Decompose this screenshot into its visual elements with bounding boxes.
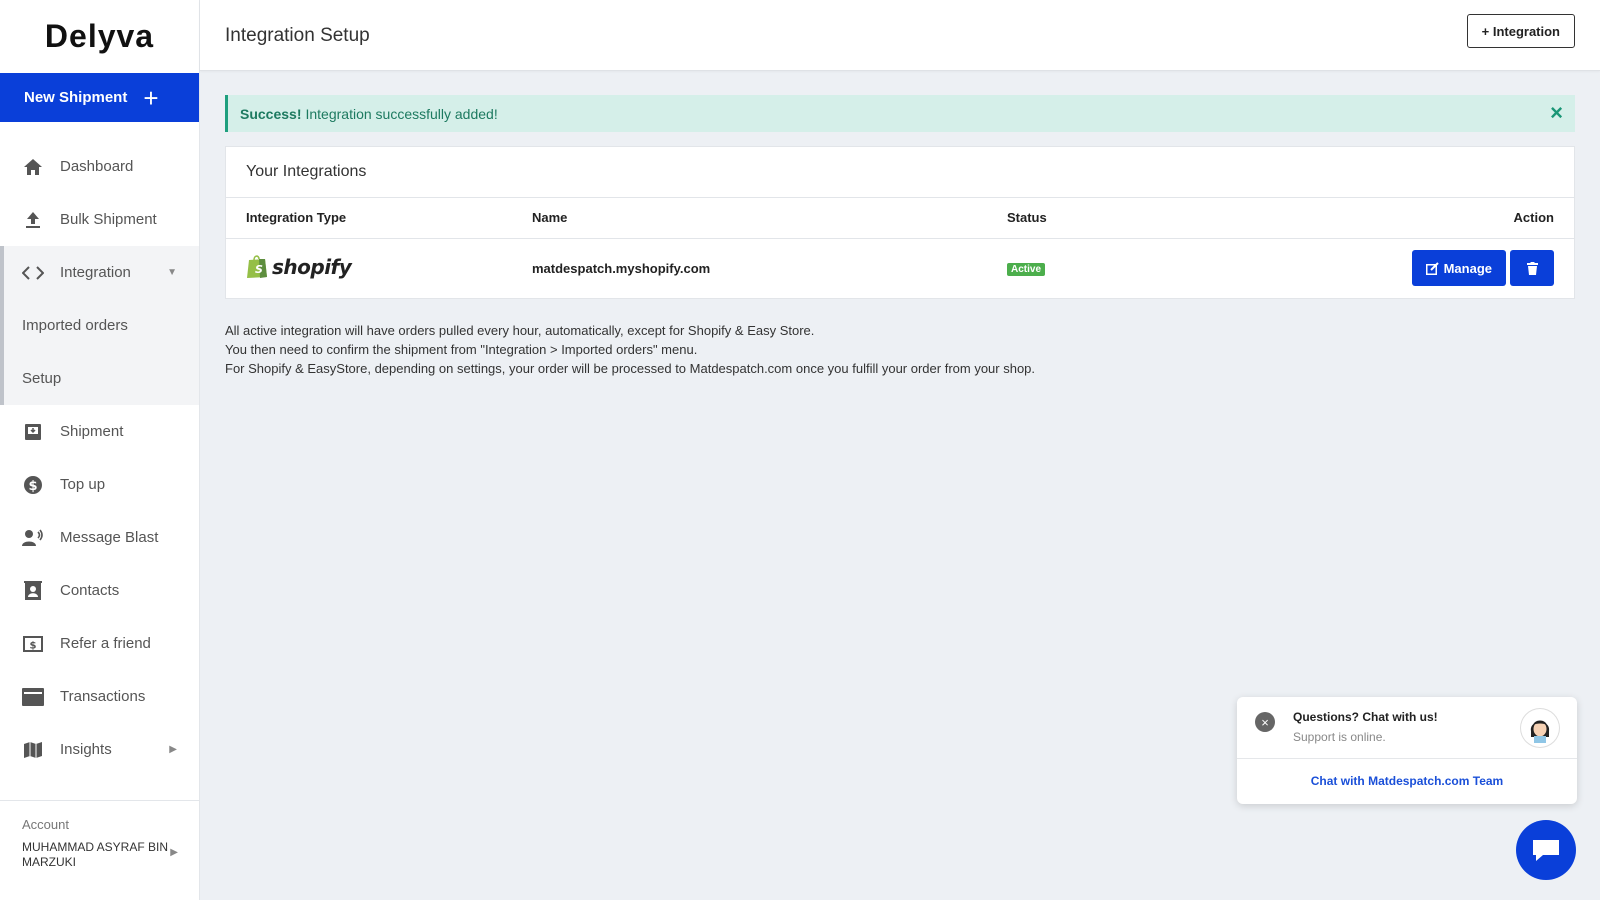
card-title: Your Integrations [226, 147, 1574, 198]
shopify-logo: S shopify [246, 254, 352, 279]
sidebar-item-integration[interactable]: Integration ▼ [0, 246, 199, 299]
success-alert: Success! Integration successfully added!… [225, 95, 1575, 132]
new-shipment-button[interactable]: New Shipment + [0, 73, 199, 122]
account-name: MUHAMMAD ASYRAF BIN MARZUKI [22, 840, 169, 869]
column-header-name: Name [532, 198, 1007, 239]
upload-icon [22, 209, 44, 231]
note-line: For Shopify & EasyStore, depending on se… [225, 361, 1036, 376]
trash-icon [1526, 261, 1538, 275]
sidebar-item-top-up[interactable]: $ Top up [0, 458, 199, 511]
sidebar-item-label: Dashboard [60, 158, 134, 175]
sidebar-item-label: Insights [60, 741, 112, 758]
chat-with-team-link[interactable]: Chat with Matdespatch.com Team [1237, 759, 1577, 803]
dollar-icon: $ [22, 474, 44, 496]
shopify-bag-icon: S [247, 255, 267, 279]
close-icon[interactable]: × [1255, 712, 1275, 732]
broadcast-icon [22, 527, 44, 549]
manage-button[interactable]: Manage [1411, 250, 1506, 287]
integration-action-cell: Manage [1307, 238, 1574, 298]
chat-status: Support is online. [1293, 730, 1386, 744]
chat-bubble-icon [1533, 840, 1559, 861]
map-icon [22, 739, 44, 761]
edit-icon [1425, 262, 1439, 275]
sidebar-item-contacts[interactable]: Contacts [0, 564, 199, 617]
home-icon [22, 156, 44, 178]
plus-icon: + [143, 82, 159, 113]
code-icon [22, 262, 44, 284]
table-row: S shopify matdespatch.myshopify.com Acti… [226, 238, 1574, 298]
sidebar-item-shipment[interactable]: Shipment [0, 405, 199, 458]
sidebar-item-label: Shipment [60, 423, 124, 440]
chat-popup-header: × Questions? Chat with us! Support is on… [1237, 697, 1577, 759]
sidebar-item-dashboard[interactable]: Dashboard [0, 140, 199, 193]
integration-type-label: shopify [272, 254, 352, 279]
integration-status-cell: Active [1007, 238, 1307, 298]
account-label: Account [22, 817, 69, 832]
card-icon [22, 686, 44, 708]
sidebar-item-label: Bulk Shipment [60, 211, 157, 228]
note-line: All active integration will have orders … [225, 323, 815, 338]
integrations-card: Your Integrations Integration Type Name … [225, 146, 1575, 299]
sidebar-item-label: Refer a friend [60, 635, 151, 652]
new-shipment-label: New Shipment [24, 89, 128, 106]
sidebar-item-label: Message Blast [60, 529, 159, 546]
delyva-logo[interactable]: Delyva [0, 0, 199, 73]
sidebar: Delyva New Shipment + Dashboard Bulk Shi… [0, 0, 200, 900]
sidebar-item-message-blast[interactable]: Message Blast [0, 511, 199, 564]
integration-notes: All active integration will have orders … [225, 321, 1035, 378]
column-header-action: Action [1307, 198, 1574, 239]
sidebar-item-setup[interactable]: Setup [0, 352, 199, 405]
chat-question: Questions? Chat with us! [1293, 710, 1438, 724]
caret-right-icon: ▶ [170, 847, 178, 858]
contacts-icon [22, 580, 44, 602]
close-icon[interactable]: × [1550, 102, 1563, 124]
sidebar-item-insights[interactable]: Insights ▶ [0, 723, 199, 776]
money-icon: $ [22, 633, 44, 655]
alert-strong: Success! [240, 105, 302, 122]
page-title: Integration Setup [225, 25, 370, 46]
integration-type-cell: S shopify [226, 238, 532, 298]
top-header: Integration Setup + Integration [200, 0, 1600, 71]
caret-down-icon: ▼ [167, 267, 177, 278]
status-badge: Active [1007, 263, 1046, 277]
chat-launcher-button[interactable] [1516, 820, 1576, 880]
sidebar-item-label: Integration [60, 264, 131, 281]
sidebar-item-label: Contacts [60, 582, 120, 599]
delete-button[interactable] [1510, 250, 1554, 287]
sidebar-item-transactions[interactable]: Transactions [0, 670, 199, 723]
table-header-row: Integration Type Name Status Action [226, 198, 1574, 239]
sidebar-item-refer-a-friend[interactable]: $ Refer a friend [0, 617, 199, 670]
integration-name: matdespatch.myshopify.com [532, 260, 711, 276]
sidebar-item-label: Transactions [60, 688, 146, 705]
svg-text:$: $ [28, 479, 37, 494]
chat-popup: × Questions? Chat with us! Support is on… [1237, 697, 1577, 804]
integration-name-cell: matdespatch.myshopify.com [532, 238, 1007, 298]
note-line: You then need to confirm the shipment fr… [225, 342, 698, 357]
svg-text:$: $ [30, 640, 37, 651]
column-header-integration-type: Integration Type [226, 198, 532, 239]
caret-right-icon: ▶ [169, 744, 177, 755]
sidebar-item-bulk-shipment[interactable]: Bulk Shipment [0, 193, 199, 246]
alert-message: Integration successfully added! [305, 105, 498, 122]
support-avatar [1521, 709, 1559, 747]
sidebar-item-label: Top up [60, 476, 106, 493]
manage-label: Manage [1443, 260, 1492, 276]
svg-text:S: S [255, 263, 263, 276]
integrations-table: Integration Type Name Status Action S sh… [226, 198, 1574, 298]
sidebar-item-imported-orders[interactable]: Imported orders [0, 299, 199, 352]
add-integration-button[interactable]: + Integration [1466, 14, 1575, 48]
sidebar-nav: Dashboard Bulk Shipment Integration ▼ Im… [0, 140, 199, 776]
column-header-status: Status [1007, 198, 1307, 239]
inbox-icon [22, 421, 44, 443]
account-panel[interactable]: Account MUHAMMAD ASYRAF BIN MARZUKI ▶ [0, 800, 199, 900]
